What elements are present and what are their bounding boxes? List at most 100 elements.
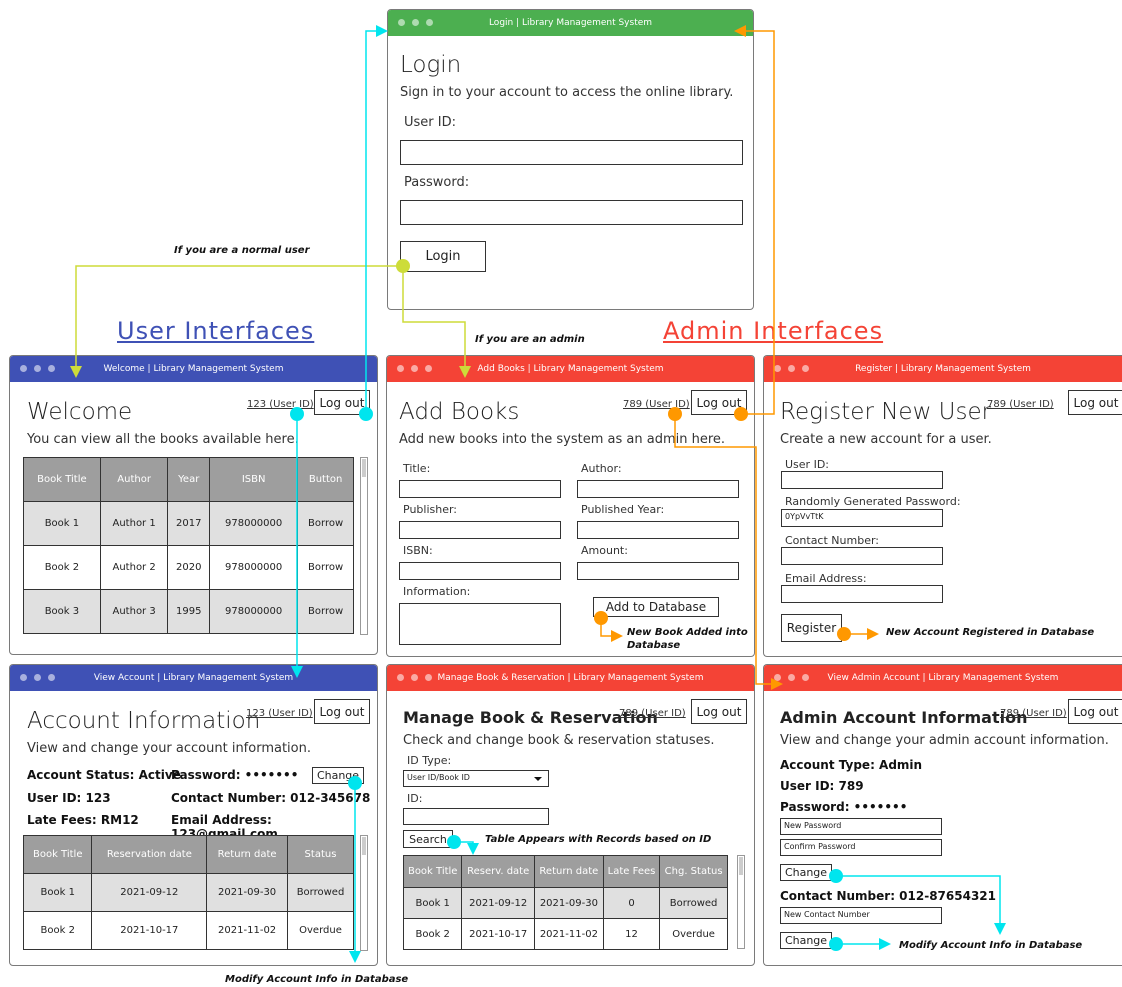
cell: Author 1 bbox=[99, 501, 169, 546]
user-id-link[interactable]: 789 (User ID) bbox=[1000, 708, 1067, 719]
table-row: Book 1 2021-09-12 2021-09-30 Borrowed bbox=[22, 873, 355, 912]
note-admin: If you are an admin bbox=[475, 334, 585, 345]
status-cell[interactable]: Overdue bbox=[659, 918, 728, 950]
change-button[interactable]: Change bbox=[312, 767, 364, 784]
borrow-button[interactable]: Borrow bbox=[297, 501, 354, 546]
records-table: Book Title Reserv. date Return date Late… bbox=[402, 855, 728, 950]
title-input[interactable] bbox=[399, 480, 561, 498]
table-row: Book 2 2021-10-17 2021-11-02 12 Overdue bbox=[402, 918, 728, 950]
column-header: Status bbox=[286, 835, 355, 874]
column-header: Late Fees bbox=[602, 855, 661, 888]
logout-button[interactable]: Log out bbox=[314, 390, 370, 415]
user-id-link[interactable]: 789 (User ID) bbox=[987, 399, 1054, 410]
id-type-select[interactable]: User ID/Book ID bbox=[403, 770, 549, 787]
column-header: Reserv. date bbox=[461, 855, 535, 888]
user-id-display: User ID: 123 bbox=[27, 791, 111, 805]
contact-number-label: Contact Number: bbox=[785, 534, 879, 547]
information-label: Information: bbox=[403, 585, 471, 598]
books-table: Book Title Author Year ISBN Button Book … bbox=[23, 457, 354, 634]
logout-button[interactable]: Log out bbox=[1068, 699, 1122, 724]
window-controls[interactable] bbox=[20, 365, 55, 372]
user-id-link[interactable]: 123 (User ID) bbox=[247, 399, 314, 410]
information-textarea[interactable] bbox=[399, 603, 561, 645]
table-row: Book 2 2021-10-17 2021-11-02 Overdue bbox=[22, 911, 355, 950]
logout-button[interactable]: Log out bbox=[1068, 390, 1122, 415]
email-input[interactable] bbox=[781, 585, 943, 603]
user-id-input[interactable] bbox=[400, 140, 743, 165]
window-controls[interactable] bbox=[20, 674, 55, 681]
window-controls[interactable] bbox=[397, 365, 432, 372]
cell: 0 bbox=[602, 887, 661, 919]
register-button[interactable]: Register bbox=[781, 614, 842, 642]
user-id-label: User ID: bbox=[785, 458, 829, 471]
login-button[interactable]: Login bbox=[400, 241, 486, 272]
window-controls[interactable] bbox=[774, 674, 809, 681]
column-header: Book Title bbox=[23, 457, 101, 502]
view-account-title: View Account | Library Management System bbox=[93, 673, 294, 683]
cell: 2021-10-17 bbox=[461, 918, 535, 950]
amount-input[interactable] bbox=[577, 562, 739, 580]
status-cell[interactable]: Borrowed bbox=[659, 887, 728, 919]
contact-number-input[interactable] bbox=[781, 547, 943, 565]
id-input[interactable] bbox=[403, 808, 549, 825]
cell: Author 3 bbox=[99, 589, 169, 634]
cell: Book 2 bbox=[22, 911, 93, 950]
change-password-button[interactable]: Change bbox=[780, 864, 832, 881]
isbn-input[interactable] bbox=[399, 562, 561, 580]
author-input[interactable] bbox=[577, 480, 739, 498]
new-password-input[interactable]: New Password bbox=[780, 818, 942, 835]
new-contact-input[interactable]: New Contact Number bbox=[780, 907, 942, 924]
window-controls[interactable] bbox=[398, 19, 433, 26]
add-books-titlebar: Add Books | Library Management System bbox=[387, 356, 754, 382]
window-controls[interactable] bbox=[774, 365, 809, 372]
column-header: Return date bbox=[206, 835, 288, 874]
borrow-button[interactable]: Borrow bbox=[297, 589, 354, 634]
window-controls[interactable] bbox=[397, 674, 432, 681]
table-row: Book 2 Author 2 2020 978000000 Borrow bbox=[23, 545, 354, 590]
scrollbar[interactable] bbox=[360, 835, 368, 951]
cell: Author 2 bbox=[99, 545, 169, 590]
logout-button[interactable]: Log out bbox=[691, 390, 747, 415]
column-header: Chg. Status bbox=[659, 855, 728, 888]
published-year-input[interactable] bbox=[577, 521, 739, 539]
user-id-input[interactable] bbox=[781, 471, 943, 489]
scrollbar[interactable] bbox=[360, 457, 368, 635]
publisher-input[interactable] bbox=[399, 521, 561, 539]
table-row: Book 3 Author 3 1995 978000000 Borrow bbox=[23, 589, 354, 634]
user-id-link[interactable]: 789 (User ID) bbox=[619, 708, 686, 719]
user-interfaces-heading: User Interfaces bbox=[117, 317, 315, 345]
welcome-window: Welcome | Library Management System Welc… bbox=[9, 355, 378, 655]
user-id-display: User ID: 789 bbox=[780, 779, 864, 793]
cell: Book 1 bbox=[402, 887, 463, 919]
generated-password-field[interactable]: 0YpVvTtK bbox=[781, 509, 943, 527]
cell: 2021-09-30 bbox=[206, 873, 288, 912]
user-id-link[interactable]: 789 (User ID) bbox=[623, 399, 690, 410]
cell: Book 2 bbox=[402, 918, 463, 950]
account-subtitle: View and change your account information… bbox=[27, 741, 311, 756]
note-modify-user: Modify Account Info in Database bbox=[225, 974, 409, 985]
login-heading: Login bbox=[400, 52, 462, 78]
add-books-window: Add Books | Library Management System Ad… bbox=[386, 355, 755, 657]
confirm-password-input[interactable]: Confirm Password bbox=[780, 839, 942, 856]
cell: 2021-09-30 bbox=[533, 887, 604, 919]
login-titlebar: Login | Library Management System bbox=[388, 10, 753, 36]
note-new-book-2: Database bbox=[627, 640, 681, 651]
logout-button[interactable]: Log out bbox=[314, 699, 370, 724]
register-subtitle: Create a new account for a user. bbox=[780, 432, 992, 447]
user-id-link[interactable]: 123 (User ID) bbox=[246, 708, 313, 719]
change-contact-button[interactable]: Change bbox=[780, 932, 832, 949]
note-new-book-1: New Book Added into bbox=[627, 627, 748, 638]
id-label: ID: bbox=[407, 792, 423, 805]
contact-display: Contact Number: 012-87654321 bbox=[780, 889, 996, 903]
contact-display: Contact Number: 012-345678 bbox=[171, 791, 371, 805]
admin-interfaces-heading: Admin Interfaces bbox=[663, 317, 884, 345]
scrollbar[interactable] bbox=[737, 855, 745, 949]
generated-password-label: Randomly Generated Password: bbox=[785, 495, 961, 508]
password-input[interactable] bbox=[400, 200, 743, 225]
logout-button[interactable]: Log out bbox=[691, 699, 747, 724]
id-type-value: User ID/Book ID bbox=[407, 773, 470, 782]
add-to-database-button[interactable]: Add to Database bbox=[593, 597, 719, 617]
search-button[interactable]: Search bbox=[403, 830, 453, 848]
late-fees-display: Late Fees: RM12 bbox=[27, 813, 139, 827]
borrow-button[interactable]: Borrow bbox=[297, 545, 354, 590]
